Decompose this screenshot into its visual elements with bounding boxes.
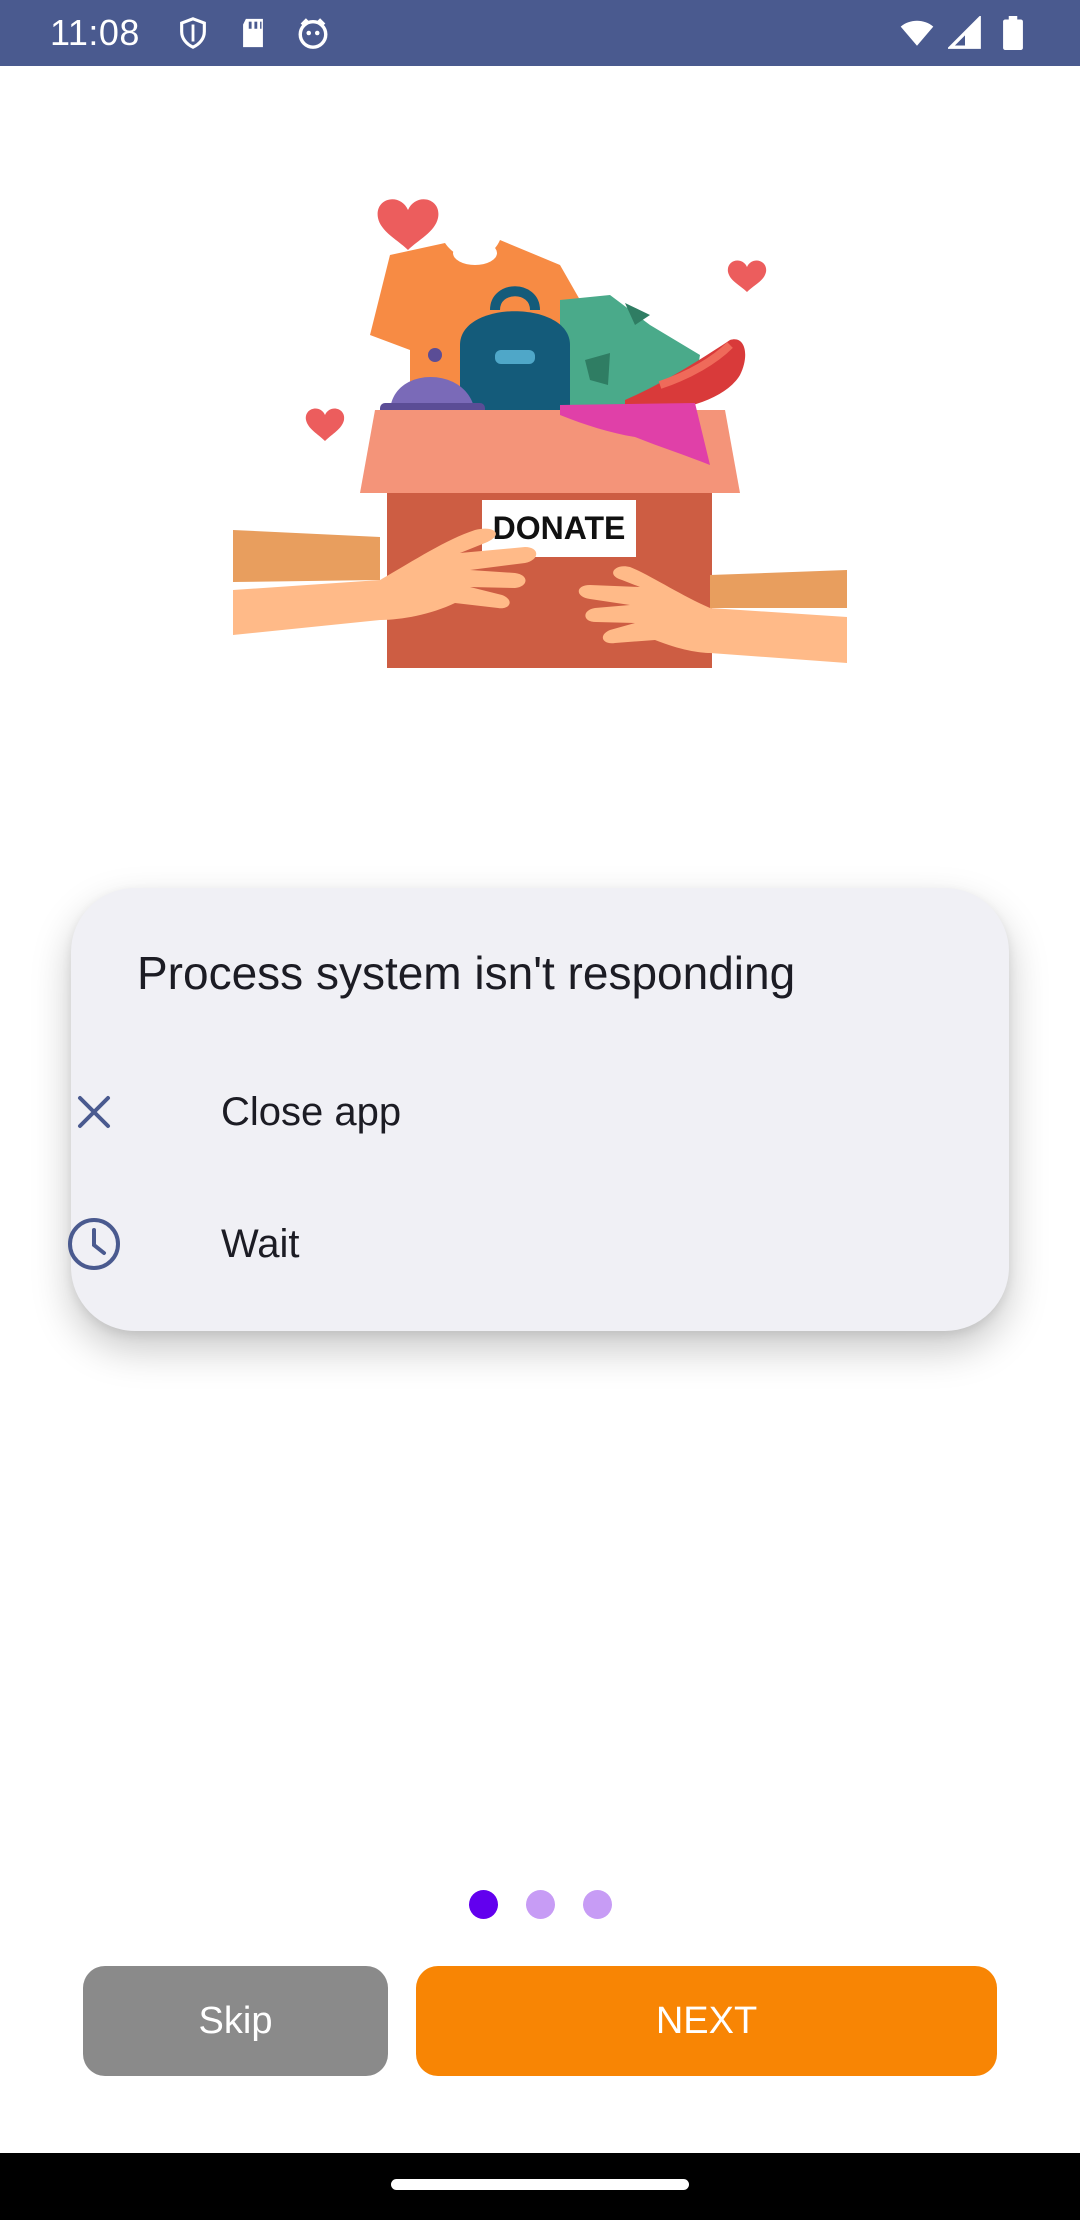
home-gesture-handle[interactable] <box>391 2179 689 2190</box>
status-left: 11:08 <box>50 12 330 54</box>
wifi-icon <box>900 16 934 50</box>
navigation-bar <box>0 2153 1080 2220</box>
close-app-option[interactable]: Close app <box>0 1057 938 1167</box>
sd-card-icon <box>236 16 270 50</box>
page-dot-1[interactable] <box>468 1890 498 1919</box>
page-indicator <box>0 1890 1080 1919</box>
donation-box-illustration: DONATE <box>230 175 850 675</box>
close-app-label: Close app <box>221 1089 402 1134</box>
page-dot-3[interactable] <box>582 1890 612 1919</box>
battery-icon <box>996 16 1030 50</box>
next-button[interactable]: NEXT <box>416 1966 997 2076</box>
onboarding-screen: 11:08 DONATE Process system isn't respon… <box>0 0 1080 2220</box>
donate-label: DONATE <box>493 510 626 546</box>
status-bar: 11:08 <box>0 0 1080 66</box>
status-time: 11:08 <box>50 12 140 53</box>
wait-option[interactable]: Wait <box>0 1189 938 1299</box>
wait-label: Wait <box>221 1221 300 1266</box>
cat-face-icon <box>296 16 330 50</box>
close-icon <box>66 1084 122 1140</box>
status-system-icons <box>900 16 1030 50</box>
page-dot-2[interactable] <box>525 1890 555 1919</box>
shield-icon <box>176 16 210 50</box>
signal-icon <box>948 16 982 50</box>
skip-button[interactable]: Skip <box>83 1966 388 2076</box>
status-notification-icons <box>176 16 330 50</box>
clock-icon <box>66 1216 122 1272</box>
dialog-title: Process system isn't responding <box>137 947 796 999</box>
